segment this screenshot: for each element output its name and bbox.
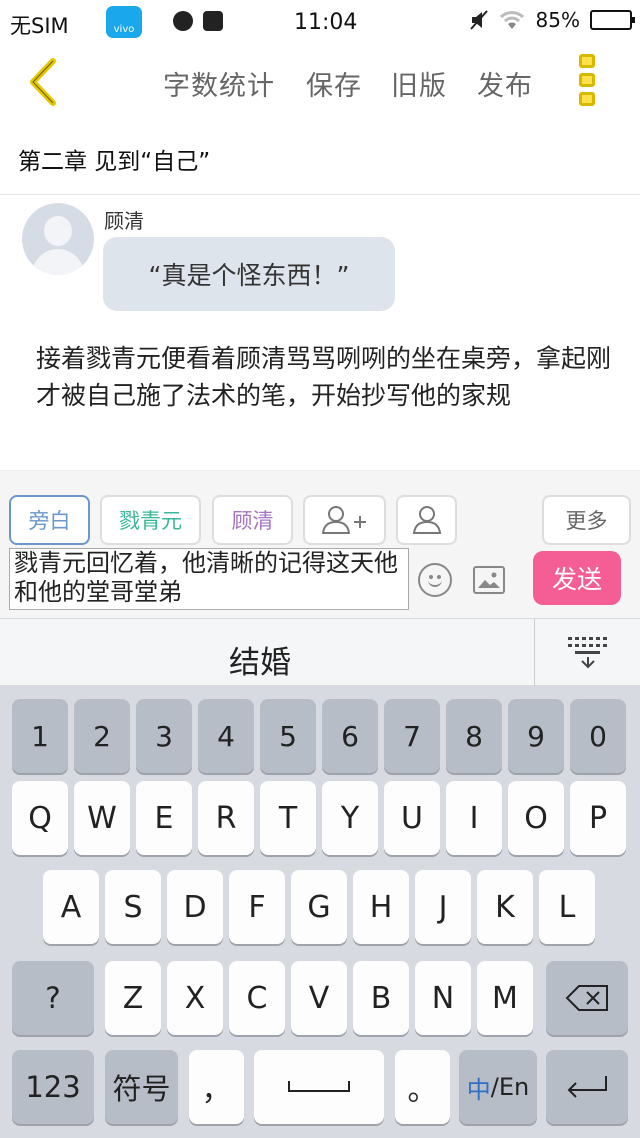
dialog-bubble[interactable]: “真是个怪东西！” (103, 237, 395, 311)
default-avatar-icon[interactable] (22, 203, 94, 275)
battery-icon (590, 10, 635, 30)
language-switch-key[interactable]: 中/En (459, 1050, 537, 1124)
role-character-2-button[interactable]: 顾清 (212, 495, 293, 545)
key-l[interactable]: L (539, 870, 595, 944)
key-s[interactable]: S (105, 870, 161, 944)
lang-cn-label: 中 (466, 1075, 491, 1104)
person-button[interactable] (396, 495, 457, 545)
key-o[interactable]: O (508, 781, 564, 855)
key-symbols[interactable]: 符号 (105, 1050, 178, 1124)
key-j[interactable]: J (415, 870, 471, 944)
publish-button[interactable]: 发布 (477, 64, 533, 103)
keyboard-collapse-button[interactable] (534, 619, 640, 687)
emoji-icon[interactable] (418, 563, 452, 597)
key-3[interactable]: 3 (136, 699, 192, 773)
key-x[interactable]: X (167, 961, 223, 1035)
key-c[interactable]: C (229, 961, 285, 1035)
key-n[interactable]: N (415, 961, 471, 1035)
key-8[interactable]: 8 (446, 699, 502, 773)
image-icon[interactable] (473, 566, 505, 594)
add-role-button[interactable] (303, 495, 386, 545)
status-time: 11:04 (294, 10, 358, 35)
word-count-button[interactable]: 字数统计 (163, 64, 275, 103)
key-f[interactable]: F (229, 870, 285, 944)
key-u[interactable]: U (384, 781, 440, 855)
key-9[interactable]: 9 (508, 699, 564, 773)
wifi-icon (499, 11, 524, 29)
lang-en-label: /En (490, 1073, 530, 1101)
key-period[interactable]: 。 (395, 1050, 450, 1124)
speaker-name: 顾清 (104, 209, 144, 233)
key-4[interactable]: 4 (198, 699, 254, 773)
chapter-title[interactable]: 第二章 见到“自己” (18, 142, 210, 176)
key-0[interactable]: 0 (570, 699, 626, 773)
narration-text[interactable]: 接着戮青元便看着顾清骂骂咧咧的坐在桌旁，拿起刚才被自己施了法术的笔，开始抄写他的… (36, 340, 616, 414)
backspace-icon (565, 985, 608, 1011)
key-t[interactable]: T (260, 781, 316, 855)
key-d[interactable]: D (167, 870, 223, 944)
key-w[interactable]: W (74, 781, 130, 855)
add-person-icon (321, 506, 366, 534)
divider (0, 194, 640, 195)
more-button[interactable]: 更多 (542, 495, 631, 545)
key-v[interactable]: V (291, 961, 347, 1035)
chevron-left-icon (30, 58, 56, 106)
key-2[interactable]: 2 (74, 699, 130, 773)
key-comma[interactable]: ， (189, 1050, 244, 1124)
image-glyph (478, 572, 500, 588)
vivo-store-icon: vivo (106, 6, 142, 38)
suggestion-bar: 结婚 (0, 618, 640, 687)
suggestion-word[interactable]: 结婚 (229, 637, 291, 682)
keyboard-collapse-icon (567, 637, 607, 669)
key-q[interactable]: Q (12, 781, 68, 855)
key-p[interactable]: P (570, 781, 626, 855)
carrier-label: 无SIM (10, 14, 69, 38)
role-character-1-button[interactable]: 戮青元 (100, 495, 201, 545)
globe-icon (173, 11, 193, 31)
enter-key[interactable] (546, 1050, 628, 1124)
key-z[interactable]: Z (105, 961, 161, 1035)
key-question[interactable]: ? (12, 961, 94, 1035)
key-k[interactable]: K (477, 870, 533, 944)
key-y[interactable]: Y (322, 781, 378, 855)
message-input[interactable]: 戮青元回忆着，他清晰的记得这天他和他的堂哥堂弟 (9, 548, 409, 610)
key-b[interactable]: B (353, 961, 409, 1035)
old-version-button[interactable]: 旧版 (391, 64, 447, 103)
backspace-key[interactable] (546, 961, 628, 1035)
back-button[interactable] (18, 56, 68, 108)
key-a[interactable]: A (43, 870, 99, 944)
enter-icon (567, 1076, 607, 1098)
person-icon (412, 506, 441, 534)
key-7[interactable]: 7 (384, 699, 440, 773)
role-narrator-button[interactable]: 旁白 (9, 495, 90, 545)
key-m[interactable]: M (477, 961, 533, 1035)
key-e[interactable]: E (136, 781, 192, 855)
more-menu-icon[interactable] (579, 54, 599, 106)
send-button[interactable]: 发送 (533, 551, 621, 605)
key-123[interactable]: 123 (12, 1050, 94, 1124)
key-5[interactable]: 5 (260, 699, 316, 773)
browser-icon (203, 11, 223, 31)
save-button[interactable]: 保存 (306, 64, 362, 103)
status-right: 85% (469, 8, 635, 32)
space-key[interactable] (254, 1050, 384, 1124)
key-h[interactable]: H (353, 870, 409, 944)
key-g[interactable]: G (291, 870, 347, 944)
key-1[interactable]: 1 (12, 699, 68, 773)
top-nav: 字数统计 保存 旧版 发布 (0, 44, 640, 122)
keyboard: 1 2 3 4 5 6 7 8 9 0 Q W E R T Y U I O P A S D F G H J K L? Z X C V B N M 123… (0, 686, 640, 1138)
status-bar: 无SIM vivo 11:04 85% (0, 0, 640, 44)
key-i[interactable]: I (446, 781, 502, 855)
space-icon (288, 1081, 350, 1092)
battery-percent: 85% (535, 8, 580, 32)
mute-icon (469, 10, 488, 30)
key-r[interactable]: R (198, 781, 254, 855)
key-6[interactable]: 6 (322, 699, 378, 773)
